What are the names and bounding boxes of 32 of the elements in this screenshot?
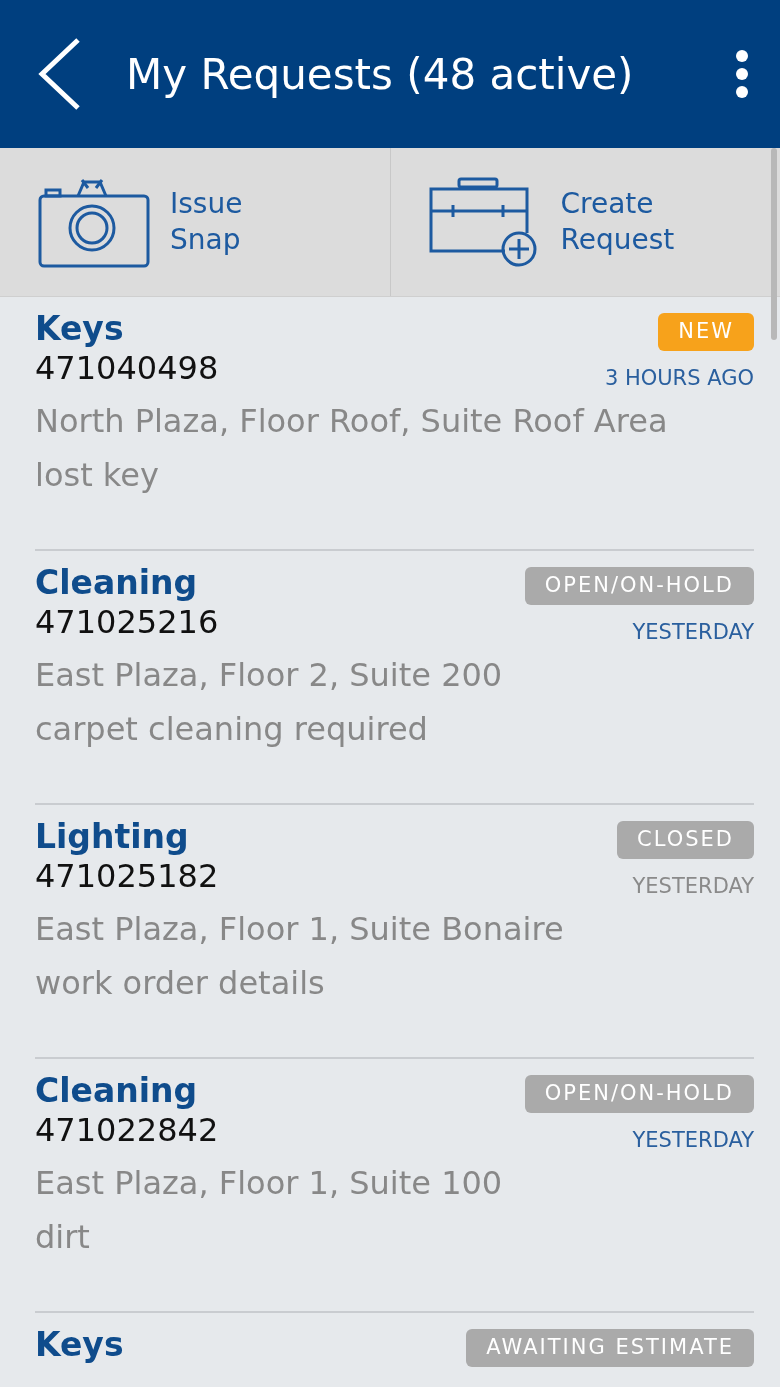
status-badge: AWAITING ESTIMATE [466,1329,754,1367]
request-category[interactable]: Keys [35,309,219,349]
request-time: YESTERDAY [632,872,754,900]
request-description: work order details [35,963,326,1005]
screen-title: My Requests (48 active) [126,48,635,101]
request-number: 471022842 [35,1110,219,1149]
request-time: YESTERDAY [632,618,754,646]
issue-snap-button[interactable]: Issue Snap [170,185,243,259]
request-category[interactable]: Cleaning [35,563,219,603]
request-time: 3 HOURS AGO [604,364,754,392]
more-menu-button[interactable] [734,49,750,99]
request-location: East Plaza, Floor 1, Suite 100 [35,1163,504,1204]
request-category[interactable]: Cleaning [35,1071,219,1111]
request-number: 471025182 [35,856,219,895]
request-description: lost key [35,455,160,497]
request-description: dirt [35,1217,91,1259]
status-badge: CLOSED [617,821,754,859]
request-number: 471025216 [35,602,219,641]
create-request-button[interactable]: Create Request [560,185,675,259]
request-number: 471040498 [35,348,219,387]
request-time: YESTERDAY [632,1126,754,1154]
camera-icon [38,176,150,268]
status-badge: OPEN/ON-HOLD [524,1075,754,1113]
request-category[interactable]: Lighting [35,817,219,857]
request-location: East Plaza, Floor 2, Suite 200 [35,655,504,696]
request-category[interactable]: Keys [35,1325,124,1365]
scrollbar-thumb[interactable] [771,148,777,340]
request-location: East Plaza, Floor 1, Suite Bonaire [35,909,565,950]
request-location: North Plaza, Floor Roof, Suite Roof Area [35,401,669,442]
status-badge: NEW [658,313,754,351]
request-description: carpet cleaning required [35,709,429,751]
status-badge: OPEN/ON-HOLD [524,567,754,605]
